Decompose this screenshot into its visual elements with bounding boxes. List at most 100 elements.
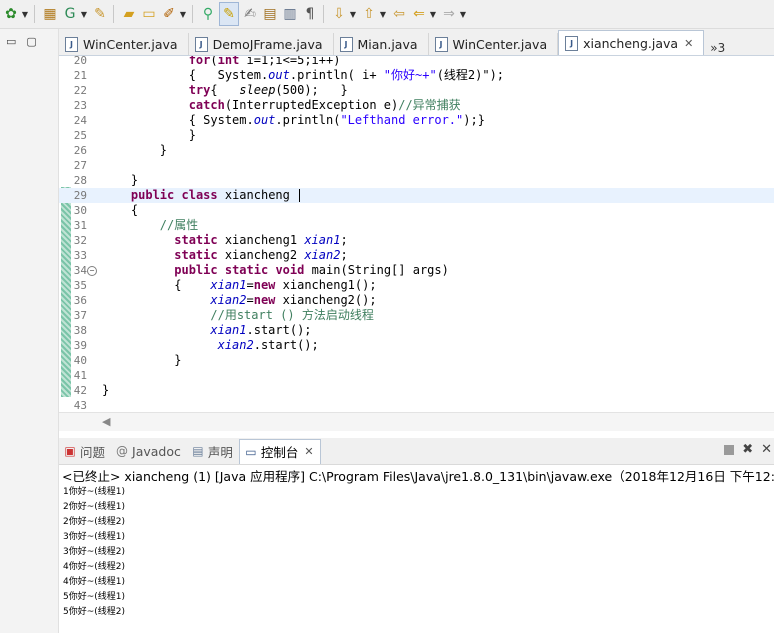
code-line[interactable]: 26 } <box>59 143 774 158</box>
code-line[interactable]: 30 { <box>59 203 774 218</box>
close-icon[interactable]: ✕ <box>684 37 693 50</box>
code-line[interactable]: 38 xian1.start(); <box>59 323 774 338</box>
code-editor[interactable]: 20 for(int i=1;i<=5;i++) 21 { System.out.… <box>59 56 774 412</box>
highlight-button[interactable]: ✎ <box>219 2 239 26</box>
chevron-down-icon[interactable]: ▼ <box>378 10 388 19</box>
fold-toggle-icon[interactable]: − <box>87 266 97 276</box>
line-number: 28 <box>73 174 87 187</box>
code-line[interactable]: 40 } <box>59 353 774 368</box>
highlight-icon: ✎ <box>223 6 235 22</box>
toolbar-separator <box>323 5 324 23</box>
tab-overflow-button[interactable]: »3 <box>710 41 725 55</box>
code-line[interactable]: 36 xian2=new xiancheng2(); <box>59 293 774 308</box>
tab-console[interactable]: ▭ 控制台 ✕ <box>238 438 321 464</box>
code-line[interactable]: 21 { System.out.println( i+ "你好~+"(线程2)"… <box>59 68 774 83</box>
debug-button[interactable]: ✿ ▼ <box>2 3 30 25</box>
code-line[interactable]: 24 { System.out.println("Lefthand error.… <box>59 113 774 128</box>
code-text: xian1.start(); <box>210 323 312 337</box>
line-number: 20 <box>73 56 87 67</box>
toggle-comment-button[interactable]: ✍ <box>241 3 259 25</box>
tab-label: Javadoc <box>132 443 181 459</box>
console-output-line: 5你好~(线程2) <box>63 607 126 617</box>
open-file-button[interactable]: ▤ <box>261 3 279 25</box>
code-line[interactable]: 37 //用start () 方法启动线程 <box>59 308 774 323</box>
prev-edit-button[interactable]: ⇧ ▼ <box>360 3 388 25</box>
back-button[interactable]: ⇐ ▼ <box>410 3 438 25</box>
tab-demojframe[interactable]: J DemoJFrame.java <box>189 33 334 55</box>
code-line[interactable]: 20 for(int i=1;i<=5;i++) <box>59 56 774 68</box>
code-line[interactable]: 43 <box>59 398 774 412</box>
code-line[interactable]: 39 xian2.start(); <box>59 338 774 353</box>
run-tools-icon: ✐ <box>163 6 175 22</box>
tab-declaration[interactable]: ▤ 声明 <box>187 439 239 463</box>
code-line[interactable]: 42} <box>59 383 774 398</box>
chevron-down-icon[interactable]: ▼ <box>428 10 438 19</box>
code-line[interactable]: 32 static xiancheng1 xian1; <box>59 233 774 248</box>
javadoc-icon: @ <box>116 444 129 458</box>
horizontal-scrollbar[interactable]: ◀ <box>59 412 774 431</box>
minimize-maximize-controls[interactable]: ▭▢ <box>6 35 47 48</box>
code-line[interactable]: 31 //属性 <box>59 218 774 233</box>
tab-javadoc[interactable]: @ Javadoc <box>111 439 187 463</box>
tab-wincenter-2[interactable]: J WinCenter.java <box>429 33 559 55</box>
remove-launches-icon[interactable]: ✖ <box>742 442 753 457</box>
console-icon: ▭ <box>245 444 257 459</box>
code-text: for(int i=1;i<=5;i++) <box>188 56 341 67</box>
code-line[interactable]: 23 catch(InterruptedException e)//异常捕获 <box>59 98 774 113</box>
tab-wincenter-1[interactable]: J WinCenter.java <box>59 33 189 55</box>
code-line[interactable]: 41 <box>59 368 774 383</box>
chevron-down-icon[interactable]: ▼ <box>348 10 358 19</box>
open-folder-icon: ▰ <box>123 6 135 22</box>
new-button[interactable]: ✎ <box>91 3 109 25</box>
code-line[interactable]: 25 } <box>59 128 774 143</box>
next-annotation-button[interactable]: ⚲ <box>199 3 217 25</box>
last-edit-button[interactable]: ⇦ <box>390 3 408 25</box>
new-package-icon: ▦ <box>43 6 57 22</box>
tab-label: 问题 <box>80 444 106 460</box>
prev-edit-icon: ⇧ <box>363 6 375 22</box>
chevron-down-icon[interactable]: ▼ <box>20 10 30 19</box>
run-tools-button[interactable]: ✐ ▼ <box>160 3 188 25</box>
line-number: 42 <box>73 384 87 397</box>
code-text: try{ sleep(500); } <box>188 83 348 97</box>
code-line[interactable]: 27 <box>59 158 774 173</box>
file-icon: ▥ <box>283 6 297 22</box>
console-output-line: 4你好~(线程2) <box>63 562 126 572</box>
new-package-button[interactable]: ▦ <box>41 3 59 25</box>
toolbar-separator <box>192 5 193 23</box>
line-number: 35 <box>73 279 87 292</box>
refresh-button[interactable]: G ▼ <box>61 3 89 25</box>
show-whitespace-button[interactable]: ¶ <box>301 3 319 25</box>
editor-tab-bar: J WinCenter.java J DemoJFrame.java J Mian.j… <box>59 29 774 56</box>
line-number: 27 <box>73 159 87 172</box>
forward-button[interactable]: ⇒ ▼ <box>440 3 468 25</box>
code-text: static xiancheng1 xian1; <box>174 233 348 247</box>
code-line[interactable]: 33 static xiancheng2 xian2; <box>59 248 774 263</box>
code-line[interactable]: 22 try{ sleep(500); } <box>59 83 774 98</box>
chevron-down-icon[interactable]: ▼ <box>178 10 188 19</box>
chevron-down-icon[interactable]: ▼ <box>458 10 468 19</box>
code-line[interactable]: 28 } <box>59 173 774 188</box>
code-text: } <box>102 128 196 142</box>
next-edit-button[interactable]: ⇩ ▼ <box>330 3 358 25</box>
open-type-icon: ▭ <box>142 6 156 22</box>
left-panel-minimized: ▭▢ <box>0 29 59 633</box>
tab-problems[interactable]: ▣ 问题 <box>59 439 111 463</box>
tab-xiancheng[interactable]: Jxiancheng.java ✕ <box>558 30 705 55</box>
code-line[interactable]: 29 public class xiancheng <box>59 188 774 203</box>
chevron-down-icon[interactable]: ▼ <box>79 10 89 19</box>
code-line[interactable]: 35 { xian1=new xiancheng1(); <box>59 278 774 293</box>
close-icon[interactable]: ✕ <box>304 445 313 458</box>
code-text: } <box>102 383 110 397</box>
next-annotation-icon: ⚲ <box>202 6 214 22</box>
console-output-line: 3你好~(线程1) <box>63 532 126 542</box>
file-button[interactable]: ▥ <box>281 3 299 25</box>
console-output-line: 5你好~(线程1) <box>63 592 126 602</box>
tab-mian[interactable]: J Mian.java <box>334 33 429 55</box>
code-line[interactable]: 34− public static void main(String[] arg… <box>59 263 774 278</box>
open-type-button[interactable]: ▭ <box>140 3 158 25</box>
terminate-icon[interactable] <box>724 445 735 455</box>
clear-console-icon[interactable]: ✕ <box>761 442 772 457</box>
open-folder-button[interactable]: ▰ <box>120 3 138 25</box>
scroll-left-icon[interactable]: ◀ <box>102 415 110 428</box>
